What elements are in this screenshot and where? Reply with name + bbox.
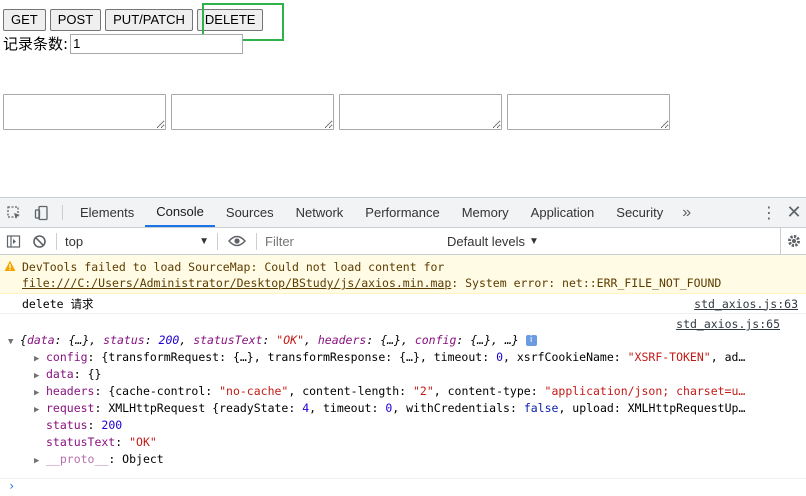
log-source-link[interactable]: std_axios.js:63: [694, 296, 798, 312]
result-textarea-1[interactable]: [3, 94, 166, 130]
prop-status: status: 200: [46, 418, 123, 432]
toolbar-separator-2: [217, 232, 218, 250]
live-expression-eye-icon[interactable]: [222, 228, 252, 255]
tab-application[interactable]: Application: [520, 198, 606, 227]
record-count-input[interactable]: [70, 33, 244, 54]
record-count-label: 记录条数:: [3, 35, 69, 53]
record-count-row: 记录条数:: [3, 33, 244, 54]
prop-config[interactable]: ▶ config: {transformRequest: {…}, transfo…: [22, 349, 806, 366]
sourcemap-link[interactable]: file:///C:/Users/Administrator/Desktop/B…: [22, 276, 451, 290]
log-message-delete: delete 请求 std_axios.js:63: [0, 294, 806, 314]
log-object: std_axios.js:65 ▼ {data: {…}, status: 200…: [0, 316, 806, 468]
close-icon[interactable]: ✕: [782, 202, 806, 223]
prop-data[interactable]: ▶ data: {}: [22, 366, 806, 383]
prop-statustext: statusText: "OK": [46, 435, 157, 449]
prop-request[interactable]: ▶ request: XMLHttpRequest {readyState: 4,…: [22, 400, 806, 417]
tab-network[interactable]: Network: [285, 198, 355, 227]
devtools-panel: Elements Console Sources Network Perform…: [0, 197, 806, 496]
object-summary-row[interactable]: ▼ {data: {…}, status: 200, statusText: "O…: [8, 332, 806, 349]
tabbar-right: ⋮ ✕: [743, 198, 806, 227]
prompt-chevron-icon: ›: [8, 479, 16, 493]
context-selector[interactable]: top ▼: [61, 234, 213, 249]
more-tabs-icon[interactable]: »: [674, 198, 699, 227]
info-icon[interactable]: i: [525, 335, 537, 346]
context-value: top: [65, 233, 84, 249]
clear-console-icon[interactable]: [26, 228, 52, 255]
warning-suffix: : System error: net::ERR_FILE_NOT_FOUND: [451, 276, 722, 290]
log-text: delete 请求: [22, 296, 94, 311]
kebab-menu-icon[interactable]: ⋮: [756, 203, 782, 223]
device-toolbar-icon[interactable]: [28, 198, 56, 227]
put-patch-button[interactable]: PUT/PATCH: [105, 9, 193, 31]
result-textarea-4[interactable]: [507, 94, 670, 130]
warning-prefix: DevTools failed to load SourceMap: Could…: [22, 260, 445, 274]
console-prompt[interactable]: ›: [0, 478, 806, 496]
log-levels-label: Default levels: [447, 233, 526, 249]
tabbar-separator: [62, 205, 63, 220]
toolbar-separator: [56, 232, 57, 250]
console-output: DevTools failed to load SourceMap: Could…: [0, 255, 806, 468]
inspect-element-icon[interactable]: [0, 198, 28, 227]
tab-elements[interactable]: Elements: [69, 198, 145, 227]
collapsed-triangle-icon[interactable]: ▶: [34, 351, 46, 366]
warning-icon: [4, 260, 16, 271]
levels-chevron-icon: ▼: [529, 235, 539, 247]
result-textarea-3[interactable]: [339, 94, 502, 130]
sourcemap-warning: DevTools failed to load SourceMap: Could…: [0, 255, 806, 294]
filter-input[interactable]: [261, 231, 441, 251]
result-textareas: [3, 94, 670, 130]
prop-proto[interactable]: ▶ __proto__: Object: [22, 451, 806, 468]
tab-sources[interactable]: Sources: [215, 198, 285, 227]
collapsed-triangle-icon[interactable]: ▶: [34, 402, 46, 417]
collapsed-triangle-icon[interactable]: ▶: [34, 368, 46, 383]
get-button[interactable]: GET: [3, 9, 46, 31]
devtools-tabbar: Elements Console Sources Network Perform…: [0, 198, 806, 228]
log-source-link-2[interactable]: std_axios.js:65: [676, 316, 780, 332]
toolbar-separator-3: [256, 232, 257, 250]
sidebar-toggle-icon[interactable]: [0, 228, 26, 255]
prop-headers[interactable]: ▶ headers: {cache-control: "no-cache", co…: [22, 383, 806, 400]
collapsed-triangle-icon[interactable]: ▶: [34, 453, 46, 468]
expand-triangle-icon[interactable]: ▼: [8, 334, 20, 349]
log-levels-dropdown[interactable]: Default levels ▼: [447, 234, 539, 249]
tab-security[interactable]: Security: [605, 198, 674, 227]
tab-memory[interactable]: Memory: [451, 198, 520, 227]
post-button[interactable]: POST: [49, 9, 102, 31]
collapsed-triangle-icon[interactable]: ▶: [34, 385, 46, 400]
tab-console[interactable]: Console: [145, 198, 215, 227]
console-toolbar: top ▼ Default levels ▼: [0, 227, 806, 255]
result-textarea-2[interactable]: [171, 94, 334, 130]
chevron-down-icon: ▼: [199, 235, 209, 247]
tab-performance[interactable]: Performance: [354, 198, 450, 227]
console-settings-icon[interactable]: [780, 227, 806, 255]
